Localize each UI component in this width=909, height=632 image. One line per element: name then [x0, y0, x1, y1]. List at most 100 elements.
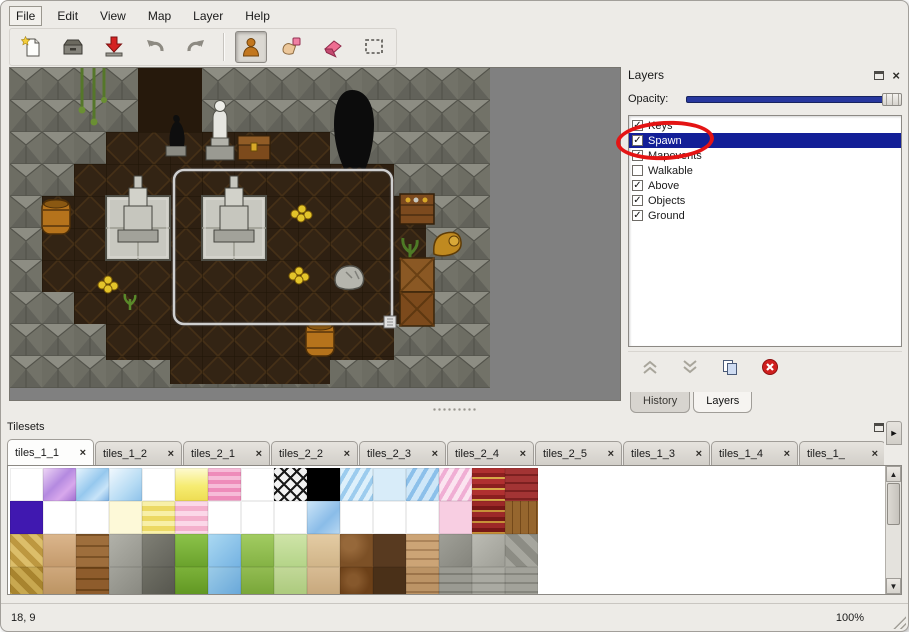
tab-close-icon[interactable]: × — [168, 448, 174, 460]
panel-tab[interactable]: Layers — [693, 392, 752, 413]
open-button[interactable] — [57, 31, 89, 63]
tileset-tile[interactable] — [340, 567, 373, 595]
tab-close-icon[interactable]: × — [80, 447, 86, 459]
delete-layer-button[interactable] — [758, 356, 782, 378]
tileset-vscroll[interactable]: ▲ ▼ — [885, 466, 901, 594]
tileset-tile[interactable] — [76, 468, 109, 501]
tileset-tab[interactable]: tiles_2_4 × — [447, 441, 534, 465]
tileset-tile[interactable] — [307, 534, 340, 567]
close-panel-icon[interactable]: × — [892, 70, 900, 81]
menu-item[interactable]: Help — [238, 6, 277, 26]
tileset-tile[interactable] — [340, 468, 373, 501]
tileset-tile[interactable] — [505, 534, 538, 567]
tileset-tab[interactable]: tiles_1_4 × — [711, 441, 798, 465]
layer-visibility-checkbox[interactable] — [632, 165, 643, 176]
tileset-tile[interactable] — [76, 534, 109, 567]
tileset-tile[interactable] — [208, 468, 241, 501]
duplicate-layer-button[interactable] — [718, 356, 742, 378]
layer-row[interactable]: ✓ Above — [629, 178, 901, 193]
tileset-tile[interactable] — [241, 501, 274, 534]
new-file-button[interactable] — [16, 31, 48, 63]
tileset-tile[interactable] — [10, 567, 43, 595]
scroll-down-button[interactable]: ▼ — [886, 578, 901, 594]
tileset-tile[interactable] — [76, 501, 109, 534]
menu-item[interactable]: View — [93, 6, 133, 26]
tileset-tile[interactable] — [43, 468, 76, 501]
tileset-tile[interactable] — [439, 567, 472, 595]
tileset-tab[interactable]: tiles_1_3 × — [623, 441, 710, 465]
tileset-tile[interactable] — [505, 468, 538, 501]
map-view[interactable] — [9, 67, 621, 401]
tileset-tile[interactable] — [208, 501, 241, 534]
layer-row[interactable]: ✓ Ground — [629, 208, 901, 223]
float-panel-icon[interactable] — [874, 71, 884, 80]
tileset-tile[interactable] — [109, 567, 142, 595]
tileset-tile[interactable] — [208, 567, 241, 595]
tileset-tile[interactable] — [439, 501, 472, 534]
tileset-tile[interactable] — [241, 534, 274, 567]
tab-close-icon[interactable]: × — [696, 448, 702, 460]
tileset-tab[interactable]: tiles_2_5 × — [535, 441, 622, 465]
tileset-tile[interactable] — [274, 468, 307, 501]
opacity-slider-track[interactable] — [686, 96, 902, 103]
tileset-tile[interactable] — [340, 534, 373, 567]
map-canvas[interactable] — [10, 68, 490, 388]
tileset-tile[interactable] — [406, 501, 439, 534]
tab-close-icon[interactable]: × — [344, 448, 350, 460]
fill-tool-button[interactable] — [276, 31, 308, 63]
tileset-tile[interactable] — [340, 501, 373, 534]
tileset-tile[interactable] — [241, 468, 274, 501]
tileset-tile[interactable] — [142, 534, 175, 567]
layer-visibility-checkbox[interactable]: ✓ — [632, 180, 643, 191]
tileset-tile[interactable] — [439, 534, 472, 567]
tileset-tile[interactable] — [175, 567, 208, 595]
tileset-tile[interactable] — [373, 468, 406, 501]
menu-item[interactable]: File — [9, 6, 42, 26]
tileset-tile[interactable] — [241, 567, 274, 595]
menu-item[interactable]: Edit — [50, 6, 85, 26]
tileset-tile[interactable] — [142, 501, 175, 534]
tileset-tile[interactable] — [274, 567, 307, 595]
tileset-tile[interactable] — [274, 501, 307, 534]
tab-close-icon[interactable]: × — [256, 448, 262, 460]
menu-item[interactable]: Layer — [186, 6, 230, 26]
tileset-tile[interactable] — [307, 468, 340, 501]
tab-close-icon[interactable]: × — [432, 448, 438, 460]
scroll-up-button[interactable]: ▲ — [886, 466, 901, 482]
tileset-tile[interactable] — [109, 468, 142, 501]
tileset-tile[interactable] — [109, 501, 142, 534]
select-tool-button[interactable] — [358, 31, 390, 63]
layer-row[interactable]: Walkable — [629, 163, 901, 178]
undo-button[interactable] — [139, 31, 171, 63]
panel-tab[interactable]: History — [630, 392, 690, 413]
tab-close-icon[interactable]: × — [608, 448, 614, 460]
scrollbar-thumb[interactable] — [887, 483, 900, 525]
save-button[interactable] — [98, 31, 130, 63]
tileset-tab[interactable]: tiles_1_2 × — [95, 441, 182, 465]
tileset-tile[interactable] — [208, 534, 241, 567]
tileset-tile[interactable] — [373, 501, 406, 534]
tileset-tile[interactable] — [175, 501, 208, 534]
tileset-tile[interactable] — [274, 534, 307, 567]
move-layer-up-button[interactable] — [638, 356, 662, 378]
move-layer-down-button[interactable] — [678, 356, 702, 378]
tileset-tab[interactable]: tiles_2_1 × — [183, 441, 270, 465]
tileset-tile[interactable] — [505, 501, 538, 534]
tileset-tile[interactable] — [142, 567, 175, 595]
tileset-tile[interactable] — [43, 534, 76, 567]
tileset-tile[interactable] — [472, 567, 505, 595]
tileset-tile[interactable] — [307, 501, 340, 534]
tab-close-icon[interactable]: × — [784, 448, 790, 460]
tileset-tile[interactable] — [472, 501, 505, 534]
tileset-tab[interactable]: tiles_1_ × — [799, 441, 884, 465]
float-panel-icon[interactable] — [874, 423, 884, 432]
tileset-tile[interactable] — [10, 534, 43, 567]
tileset-tile[interactable] — [10, 468, 43, 501]
tileset-tab[interactable]: tiles_1_1 × — [7, 439, 94, 465]
tileset-tile[interactable] — [439, 468, 472, 501]
menu-item[interactable]: Map — [141, 6, 178, 26]
tab-close-icon[interactable]: × — [520, 448, 526, 460]
tileset-tile[interactable] — [10, 501, 43, 534]
tileset-tile[interactable] — [406, 567, 439, 595]
tileset-tile[interactable] — [472, 534, 505, 567]
